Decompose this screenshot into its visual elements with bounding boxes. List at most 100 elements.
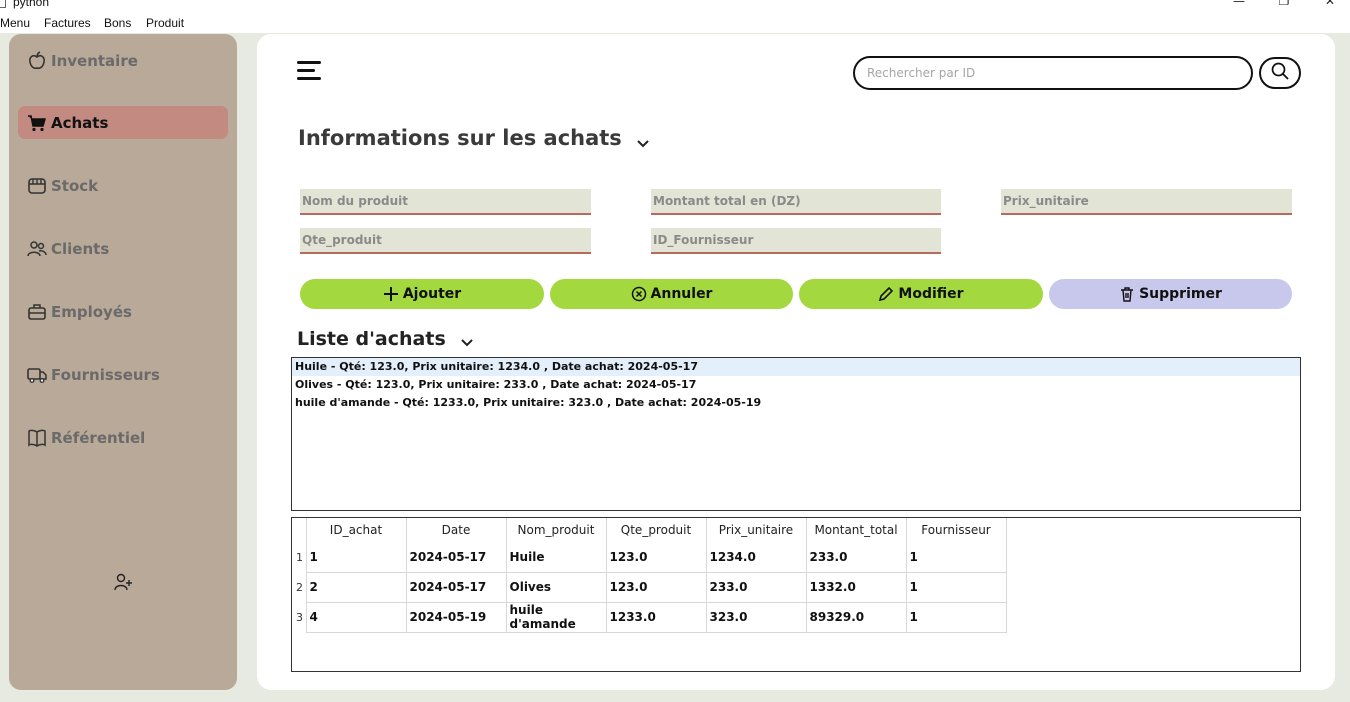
form-section-title[interactable]: Informations sur les achats xyxy=(298,126,650,150)
sidebar-item-fournisseurs[interactable]: Fournisseurs xyxy=(18,358,228,391)
column-header[interactable]: Fournisseur xyxy=(906,518,1007,542)
sidebar-item-clients[interactable]: Clients xyxy=(18,232,228,265)
list-section-title[interactable]: Liste d'achats xyxy=(297,328,474,350)
chevron-down-icon xyxy=(636,131,650,148)
table-cell[interactable]: 1332.0 xyxy=(806,572,907,603)
user-plus-icon[interactable] xyxy=(113,572,133,592)
main-panel: Informations sur les achats Ajouter Annu… xyxy=(257,34,1335,690)
sidebar-item-inventaire[interactable]: Inventaire xyxy=(18,44,228,77)
delete-button[interactable]: Supprimer xyxy=(1049,279,1292,309)
menu-item-menu[interactable]: Menu xyxy=(0,16,30,30)
search-button[interactable] xyxy=(1259,57,1301,89)
table-cell[interactable]: 4 xyxy=(306,602,407,633)
cancel-button-label: Annuler xyxy=(650,286,713,302)
column-header[interactable]: Prix_unitaire xyxy=(706,518,807,542)
menu-item-factures[interactable]: Factures xyxy=(44,16,91,30)
trash-icon xyxy=(1119,286,1135,302)
table-cell[interactable]: 233.0 xyxy=(706,572,807,603)
pencil-icon xyxy=(878,286,894,302)
table-cell[interactable]: Olives xyxy=(506,572,607,603)
sidebar-item-achats[interactable]: Achats xyxy=(18,106,228,139)
table-row[interactable]: 2 2 2024-05-17 Olives 123.0 233.0 1332.0… xyxy=(292,572,1007,603)
table-row[interactable]: 1 1 2024-05-17 Huile 123.0 1234.0 233.0 … xyxy=(292,542,1007,573)
table-cell[interactable]: huile d'amande xyxy=(506,602,607,633)
montant-total-field[interactable] xyxy=(651,189,941,215)
users-icon xyxy=(27,239,47,259)
table-row[interactable]: 3 4 2024-05-19 huile d'amande 1233.0 323… xyxy=(292,602,1007,633)
list-title: Liste d'achats xyxy=(297,328,446,350)
row-number: 3 xyxy=(292,602,307,632)
table-cell[interactable]: 89329.0 xyxy=(806,602,907,633)
row-number-header xyxy=(292,518,307,542)
sidebar-item-label: Fournisseurs xyxy=(51,365,160,384)
sidebar-item-referentiel[interactable]: Référentiel xyxy=(18,421,228,454)
column-header[interactable]: Date xyxy=(406,518,507,542)
list-item[interactable]: Huile - Qté: 123.0, Prix unitaire: 1234.… xyxy=(292,358,1300,376)
table-cell[interactable]: Huile xyxy=(506,542,607,573)
table-cell[interactable]: 1 xyxy=(906,572,1007,603)
table-cell[interactable]: 2024-05-19 xyxy=(406,602,507,633)
table-cell[interactable]: 2 xyxy=(306,572,407,603)
column-header[interactable]: Qte_produit xyxy=(606,518,707,542)
column-header[interactable]: Nom_produit xyxy=(506,518,607,542)
book-icon xyxy=(27,428,47,448)
table-cell[interactable]: 1 xyxy=(906,602,1007,633)
nom-produit-field[interactable] xyxy=(300,189,591,215)
table-header-row: ID_achat Date Nom_produit Qte_produit Pr… xyxy=(292,518,1007,542)
store-icon xyxy=(27,176,47,196)
purchase-table[interactable]: ID_achat Date Nom_produit Qte_produit Pr… xyxy=(291,517,1301,672)
add-button-label: Ajouter xyxy=(402,286,462,302)
table-cell[interactable]: 2024-05-17 xyxy=(406,572,507,603)
sidebar-item-employes[interactable]: Employés xyxy=(18,295,228,328)
apple-icon xyxy=(27,50,47,71)
menu-bar: Menu Factures Bons Produit xyxy=(0,14,1350,33)
qte-produit-field[interactable] xyxy=(300,228,591,254)
table-cell[interactable]: 1233.0 xyxy=(606,602,707,633)
list-item[interactable]: huile d'amande - Qté: 1233.0, Prix unita… xyxy=(292,394,1300,412)
table-cell[interactable]: 2024-05-17 xyxy=(406,542,507,573)
plus-icon xyxy=(383,286,399,302)
row-number: 2 xyxy=(292,572,307,602)
cancel-button[interactable]: Annuler xyxy=(550,279,793,309)
sidebar-item-label: Achats xyxy=(51,113,109,132)
search-input[interactable] xyxy=(853,56,1253,90)
row-number: 1 xyxy=(292,542,307,572)
window-title: python xyxy=(13,0,50,9)
chevron-down-icon xyxy=(460,332,474,347)
table-cell[interactable]: 233.0 xyxy=(806,542,907,573)
sidebar-item-label: Employés xyxy=(51,302,132,321)
close-button[interactable]: ✕ xyxy=(1322,0,1338,8)
delete-button-label: Supprimer xyxy=(1139,286,1222,302)
table-cell[interactable]: 123.0 xyxy=(606,572,707,603)
hamburger-menu-icon[interactable] xyxy=(297,61,325,83)
prix-unitaire-field[interactable] xyxy=(1001,189,1292,215)
menu-item-bons[interactable]: Bons xyxy=(104,16,131,30)
sidebar-item-label: Stock xyxy=(51,176,99,195)
app-icon xyxy=(0,0,6,8)
sidebar-item-label: Inventaire xyxy=(51,51,138,70)
briefcase-icon xyxy=(27,302,47,322)
maximize-button[interactable]: ❐ xyxy=(1276,0,1292,8)
sidebar-item-label: Référentiel xyxy=(51,428,146,447)
id-fournisseur-field[interactable] xyxy=(651,228,941,254)
purchase-listbox[interactable]: Huile - Qté: 123.0, Prix unitaire: 1234.… xyxy=(291,357,1301,511)
edit-button-label: Modifier xyxy=(898,286,964,302)
form-title: Informations sur les achats xyxy=(298,126,622,150)
table-cell[interactable]: 1 xyxy=(906,542,1007,573)
column-header[interactable]: ID_achat xyxy=(306,518,407,542)
table-cell[interactable]: 323.0 xyxy=(706,602,807,633)
list-item[interactable]: Olives - Qté: 123.0, Prix unitaire: 233.… xyxy=(292,376,1300,394)
column-header[interactable]: Montant_total xyxy=(806,518,907,542)
cancel-circle-icon xyxy=(631,286,647,302)
table-cell[interactable]: 1234.0 xyxy=(706,542,807,573)
minimize-button[interactable]: — xyxy=(1231,0,1247,8)
cart-icon xyxy=(27,113,47,133)
sidebar: Inventaire Achats Stock Clients Employés… xyxy=(9,34,237,690)
edit-button[interactable]: Modifier xyxy=(799,279,1043,309)
table-cell[interactable]: 123.0 xyxy=(606,542,707,573)
table-cell[interactable]: 1 xyxy=(306,542,407,573)
add-button[interactable]: Ajouter xyxy=(300,279,544,309)
menu-item-produit[interactable]: Produit xyxy=(146,16,184,30)
sidebar-item-stock[interactable]: Stock xyxy=(18,169,228,202)
sidebar-item-label: Clients xyxy=(51,239,110,258)
